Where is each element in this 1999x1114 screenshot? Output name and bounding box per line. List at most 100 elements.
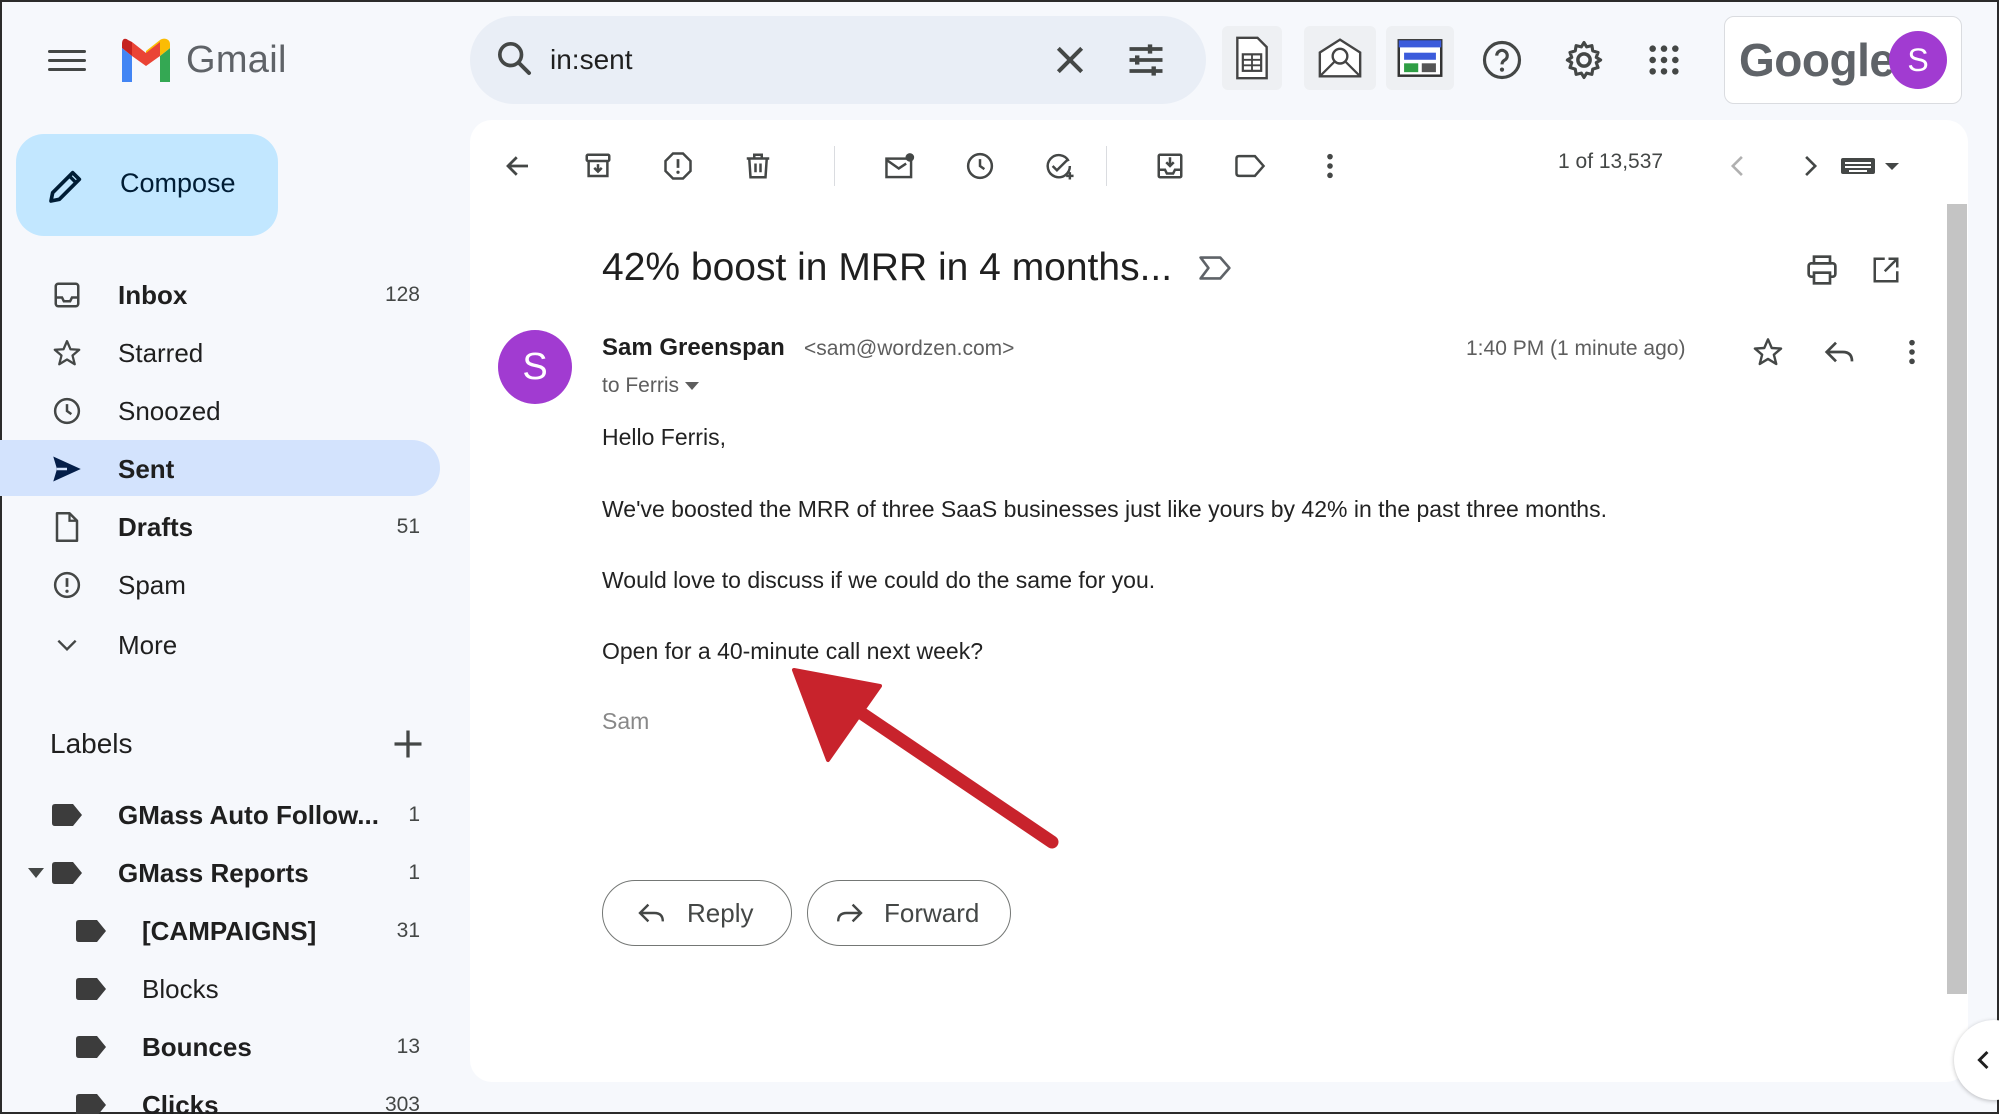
sender-email: <sam@wordzen.com> [804, 337, 1015, 360]
forward-label: Forward [884, 897, 980, 928]
label-clicks[interactable]: Clicks 303 [0, 1076, 440, 1114]
dashboard-extension-icon[interactable] [1386, 26, 1454, 90]
reply-arrow-icon [638, 903, 664, 923]
gmail-logo[interactable]: Gmail [118, 38, 287, 82]
gmail-wordmark: Gmail [186, 38, 287, 81]
delete-trash-icon[interactable] [732, 140, 784, 192]
sender-avatar[interactable]: S [498, 330, 572, 404]
chevron-down-icon [50, 628, 84, 662]
mark-unread-icon[interactable] [874, 140, 926, 192]
label-tag-icon [52, 804, 82, 826]
chevron-left-icon [1977, 1050, 1989, 1070]
label-name: GMass Auto Follow... [118, 800, 379, 830]
search-icon[interactable] [494, 38, 534, 78]
label-gmass-auto-follow[interactable]: GMass Auto Follow... 1 [0, 786, 440, 842]
nav-inbox[interactable]: Inbox 128 [0, 266, 440, 322]
label-tag-icon [52, 862, 82, 884]
message-timestamp: 1:40 PM (1 minute ago) [1466, 337, 1686, 360]
compose-button[interactable]: Compose [16, 134, 278, 236]
open-new-window-icon[interactable] [1860, 244, 1912, 296]
clear-search-icon[interactable] [1050, 40, 1090, 80]
settings-gear-icon[interactable] [1546, 22, 1622, 98]
help-icon[interactable] [1464, 22, 1540, 98]
label-name: Bounces [142, 1032, 252, 1062]
message-more-vertical-icon[interactable] [1886, 326, 1938, 378]
label-gmass-reports[interactable]: GMass Reports 1 [0, 844, 440, 900]
main-menu-button[interactable] [48, 44, 86, 74]
body-paragraph: We've boosted the MRR of three SaaS busi… [602, 496, 1607, 522]
label-name: Blocks [142, 974, 219, 1004]
star-message-icon[interactable] [1742, 326, 1794, 378]
clock-icon [50, 394, 84, 428]
label-blocks[interactable]: Blocks [0, 960, 440, 1016]
body-paragraph: Would love to discuss if we could do the… [602, 567, 1156, 593]
nav-drafts[interactable]: Drafts 51 [0, 498, 440, 554]
back-arrow-icon[interactable] [492, 140, 544, 192]
reply-arrow-icon[interactable] [1814, 326, 1866, 378]
caret-down-icon [685, 382, 700, 390]
nav-label: Snoozed [118, 396, 221, 426]
recipients-details[interactable]: to Ferris [602, 374, 700, 398]
input-tools-keyboard-icon[interactable] [1832, 140, 1912, 192]
move-to-icon[interactable] [1144, 140, 1196, 192]
scrollbar-thumb[interactable] [1947, 204, 1967, 994]
compose-label: Compose [120, 168, 236, 198]
account-avatar: S [1889, 31, 1947, 89]
nav-spam[interactable]: Spam [0, 556, 440, 612]
annotation-arrow [792, 668, 1059, 849]
apps-grid-icon[interactable] [1626, 22, 1702, 98]
nav-sent[interactable]: Sent [0, 440, 440, 496]
label-count: 31 [396, 919, 420, 942]
spam-icon [50, 568, 84, 602]
nav-label: Inbox [118, 280, 188, 310]
print-icon[interactable] [1796, 244, 1848, 296]
newer-chevron-left-icon[interactable] [1712, 140, 1764, 192]
sender-name[interactable]: Sam Greenspan [602, 334, 785, 362]
label-count: 1 [408, 803, 420, 826]
reply-label: Reply [687, 897, 754, 928]
importance-marker-icon[interactable] [1198, 254, 1232, 282]
nav-starred[interactable]: Starred [0, 324, 440, 380]
older-chevron-right-icon[interactable] [1784, 140, 1836, 192]
recipients-label: to Ferris [602, 374, 680, 397]
email-subject: 42% boost in MRR in 4 months... [602, 246, 1173, 289]
label-icon[interactable] [1224, 140, 1276, 192]
body-greeting: Hello Ferris, [602, 424, 726, 450]
pencil-icon [49, 170, 82, 203]
google-account-button[interactable]: Google S [1724, 16, 1962, 104]
label-name: Clicks [142, 1090, 219, 1114]
add-to-tasks-icon[interactable] [1034, 140, 1086, 192]
nav-label: More [118, 630, 178, 660]
nav-snoozed[interactable]: Snoozed [0, 382, 440, 438]
archive-icon[interactable] [572, 140, 624, 192]
label-name: GMass Reports [118, 858, 309, 888]
label-bounces[interactable]: Bounces 13 [0, 1018, 440, 1074]
message-pager: 1 of 13,537 [1558, 150, 1664, 173]
sheets-extension-icon[interactable] [1222, 26, 1282, 90]
search-input[interactable] [550, 38, 970, 82]
search-bar[interactable] [470, 16, 1206, 104]
email-signature: Sam [602, 708, 650, 734]
label-name: [CAMPAIGNS] [142, 916, 317, 946]
caret-down-icon[interactable] [28, 868, 44, 878]
email-extension-icon[interactable] [1304, 26, 1376, 90]
google-logo: Google [1739, 34, 1895, 86]
nav-more[interactable]: More [0, 616, 440, 672]
body-call-to-action: Open for a 40-minute call next week? [602, 638, 983, 664]
label-tag-icon [76, 978, 106, 1000]
more-vertical-icon[interactable] [1304, 140, 1356, 192]
label-count: 1 [408, 861, 420, 884]
add-label-icon[interactable] [390, 726, 426, 762]
nav-label: Drafts [118, 512, 194, 542]
inbox-icon [50, 278, 84, 312]
report-spam-icon[interactable] [652, 140, 704, 192]
snooze-clock-icon[interactable] [954, 140, 1006, 192]
label-campaigns[interactable]: [CAMPAIGNS] 31 [0, 902, 440, 958]
label-tag-icon [76, 920, 106, 942]
message-scrollbar[interactable] [1947, 204, 1967, 994]
search-options-icon[interactable] [1124, 38, 1168, 82]
forward-arrow-icon [837, 903, 863, 923]
forward-button[interactable]: Forward [807, 880, 1011, 946]
reply-button[interactable]: Reply [602, 880, 792, 946]
label-count: 303 [384, 1093, 420, 1114]
